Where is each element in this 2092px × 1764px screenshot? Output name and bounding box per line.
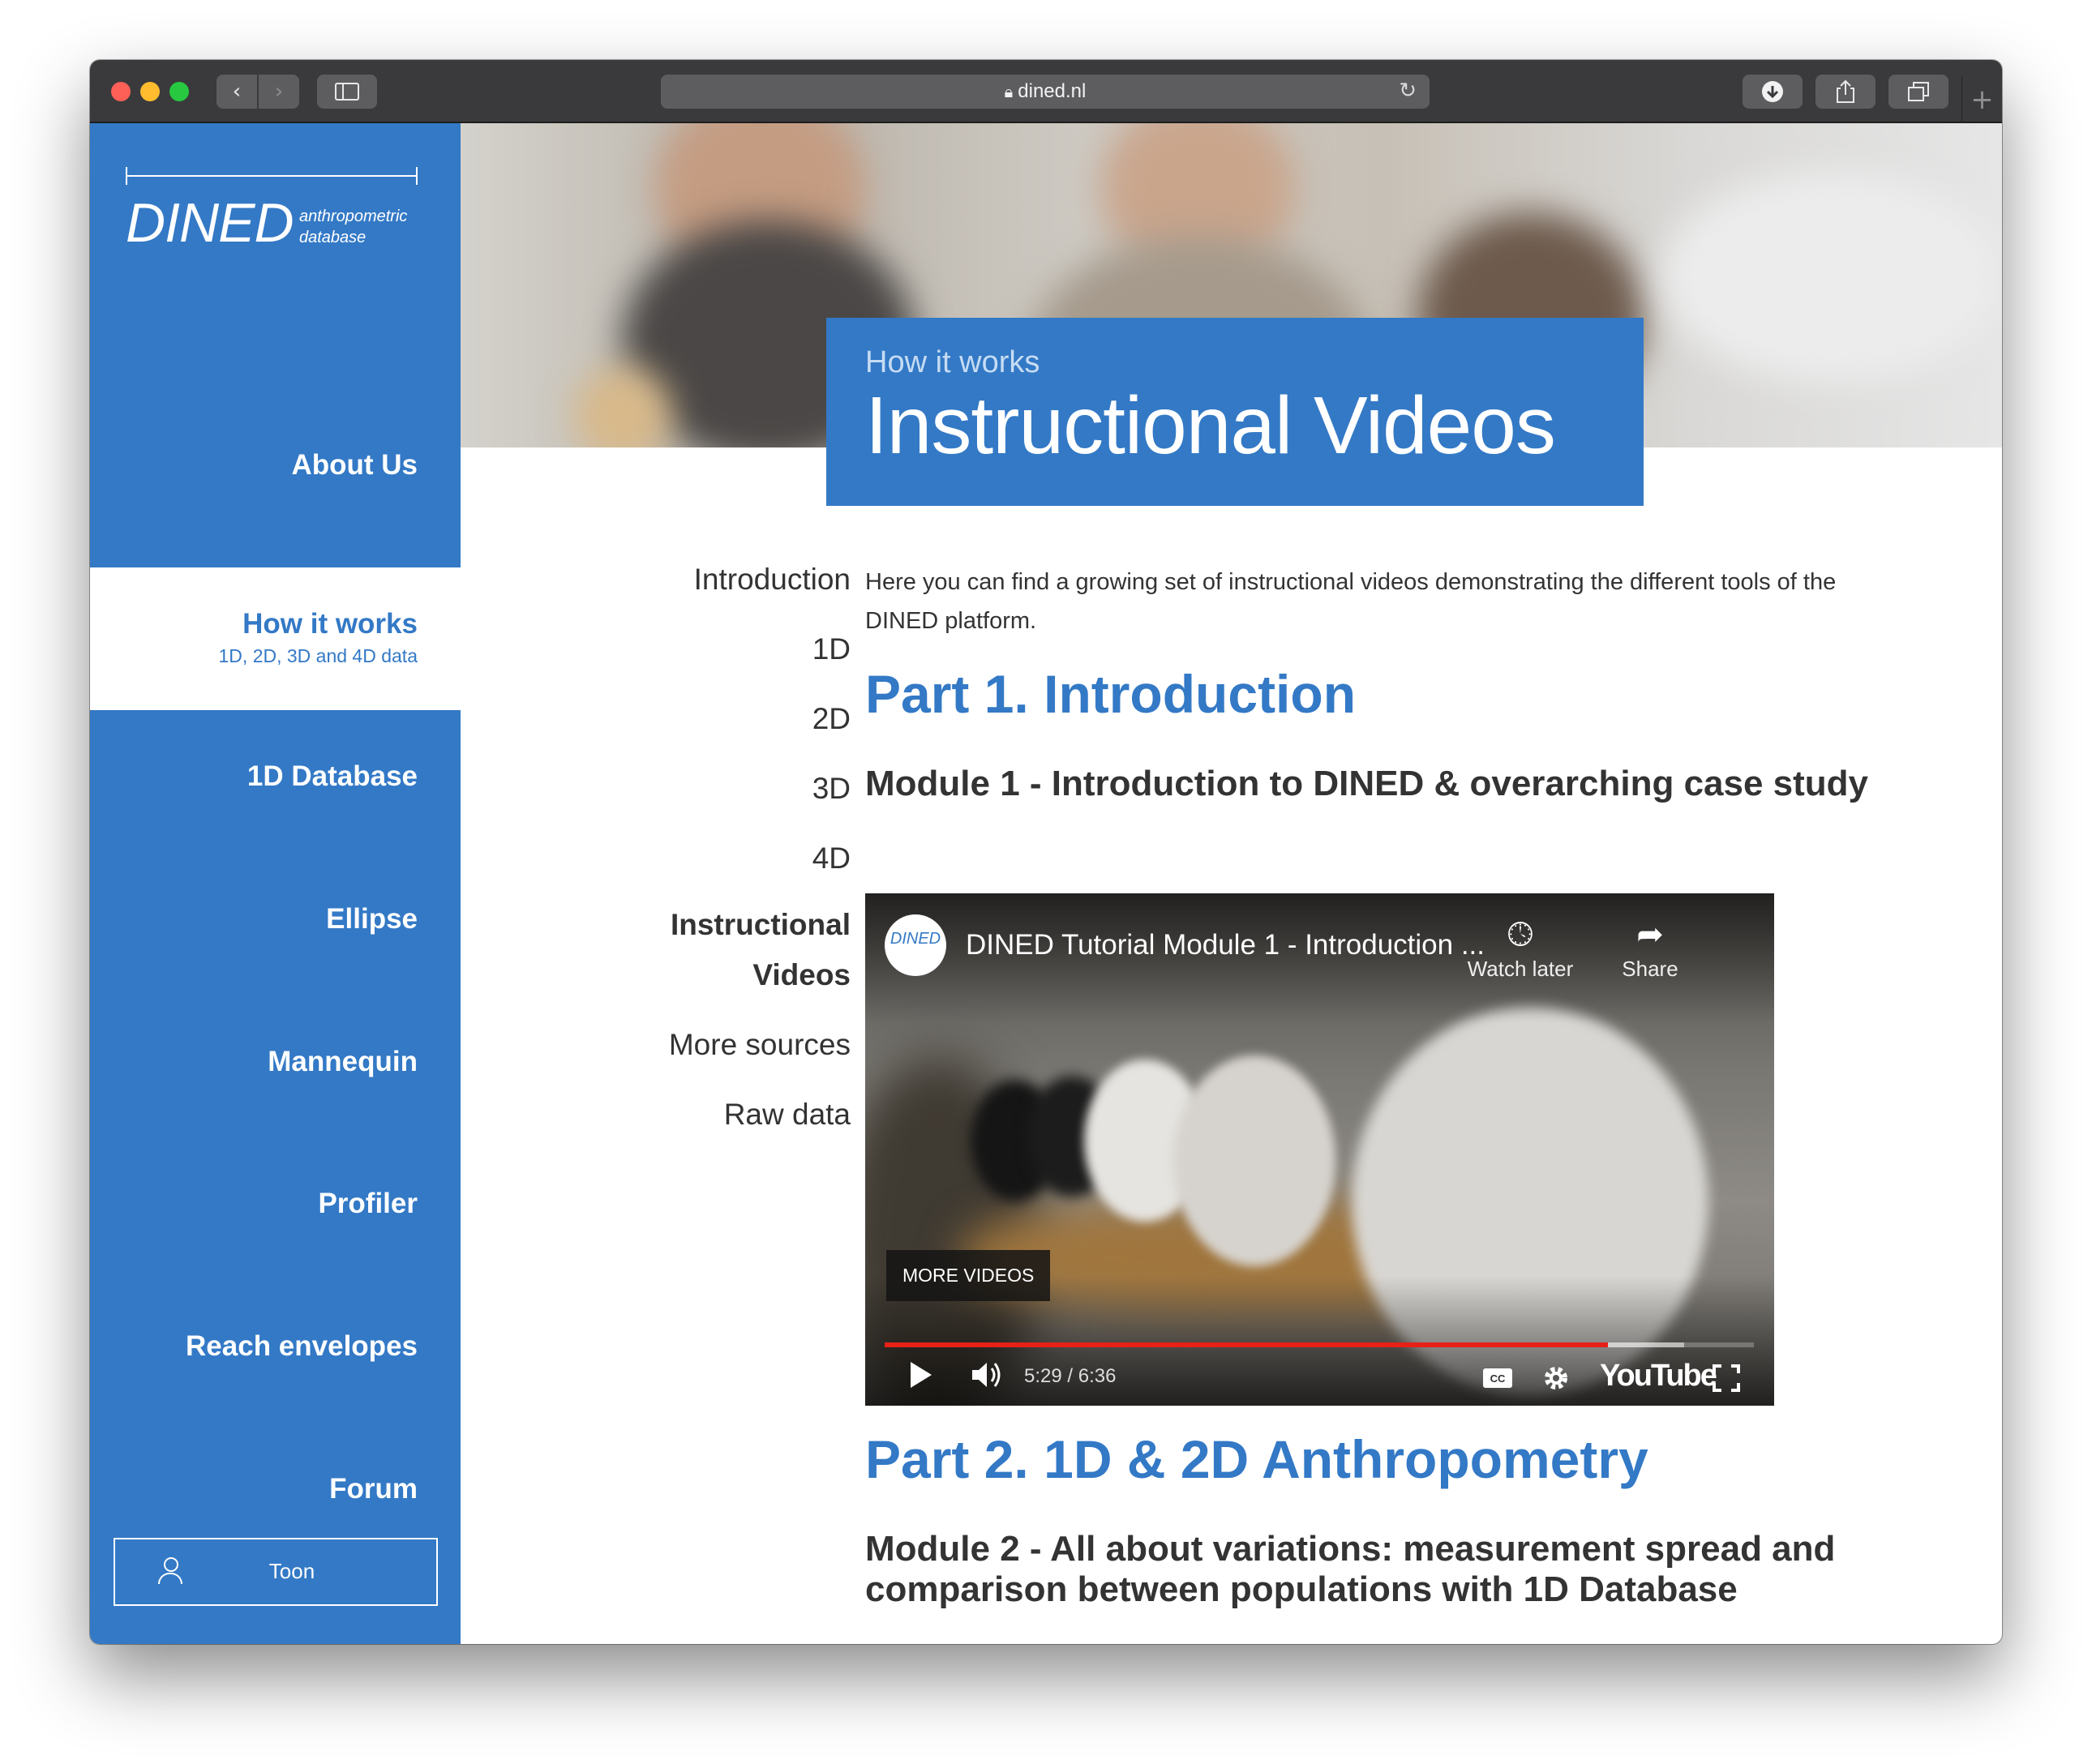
lock-icon: 🔒︎ [1004, 82, 1014, 101]
sidebar-toggle-button[interactable] [317, 75, 377, 109]
youtube-logo[interactable]: YouTube [1600, 1359, 1717, 1394]
logo-tagline: anthropometric database [299, 208, 408, 246]
gear-icon [1545, 1367, 1567, 1389]
fullscreen-button[interactable] [1712, 1364, 1741, 1396]
sidebar-item-forum[interactable]: Forum [90, 1473, 461, 1505]
subnav-item-3d[interactable]: 3D [812, 772, 851, 806]
address-bar[interactable]: 🔒︎ dined.nl ↻ [661, 75, 1430, 109]
subnav-item-4d[interactable]: 4D [812, 841, 851, 876]
subnav-item-instructional-videos[interactable]: Instructional Videos [671, 900, 851, 1000]
subnav-item-introduction[interactable]: Introduction [694, 563, 851, 597]
sidebar-item-sublabel: 1D, 2D, 3D and 4D data [218, 645, 418, 666]
share-button[interactable] [1815, 75, 1876, 109]
page-title-box: How it works Instructional Videos [826, 318, 1644, 506]
subnav-item-raw-data[interactable]: Raw data [724, 1098, 851, 1132]
youtube-video-player[interactable]: DINED DINED Tutorial Module 1 - Introduc… [865, 893, 1774, 1406]
subnav-item-1d[interactable]: 1D [812, 632, 851, 666]
video-title[interactable]: DINED Tutorial Module 1 - Introduction .… [966, 929, 1485, 961]
part-2-heading: Part 2. 1D & 2D Anthropometry [865, 1429, 1648, 1489]
sidebar-item-1d-database[interactable]: 1D Database [90, 760, 461, 793]
reload-icon[interactable]: ↻ [1399, 79, 1417, 103]
maximize-window-button[interactable] [169, 82, 189, 101]
channel-avatar[interactable]: DINED [885, 914, 946, 976]
svg-text:CC: CC [1490, 1372, 1506, 1385]
chevron-left-icon: ‹ [232, 79, 242, 104]
more-videos-button[interactable]: MORE VIDEOS [886, 1250, 1051, 1301]
video-played-bar [885, 1342, 1608, 1347]
minimize-window-button[interactable] [140, 82, 160, 101]
user-name: Toon [268, 1559, 315, 1583]
close-window-button[interactable] [111, 82, 131, 101]
share-icon [1837, 79, 1854, 103]
clock-icon: 🕓︎ [1507, 916, 1533, 953]
settings-button[interactable] [1541, 1364, 1571, 1396]
subnav-item-2d[interactable]: 2D [812, 702, 851, 736]
subnav-item-more-sources[interactable]: More sources [669, 1028, 851, 1062]
watch-later-label: Watch later [1467, 957, 1574, 981]
share-video-label: Share [1622, 957, 1678, 981]
sidebar-item-label: How it works [242, 608, 418, 640]
tabs-icon [1908, 82, 1929, 101]
module-1-heading: Module 1 - Introduction to DINED & overa… [865, 764, 1869, 803]
sidebar-item-mannequin[interactable]: Mannequin [90, 1046, 461, 1078]
captions-button[interactable]: CC [1481, 1367, 1514, 1393]
chevron-right-icon: › [274, 79, 284, 104]
back-button[interactable]: ‹ [216, 75, 257, 109]
sidebar: DINED anthropometric database About Us Ho… [90, 123, 461, 1644]
share-video-button[interactable]: ➦ Share [1593, 916, 1707, 982]
fullscreen-icon [1713, 1364, 1740, 1392]
downloads-button[interactable] [1743, 75, 1803, 109]
video-progress-bar[interactable] [885, 1342, 1754, 1347]
browser-toolbar: ‹ › 🔒︎ dined.nl ↻ + [90, 60, 2002, 123]
sidebar-item-reach-envelopes[interactable]: Reach envelopes [90, 1330, 461, 1363]
user-account-button[interactable]: Toon [114, 1538, 438, 1606]
intro-text: Here you can find a growing set of instr… [865, 569, 1837, 634]
dined-logo[interactable]: DINED anthropometric database [126, 162, 434, 259]
url-text: dined.nl [1018, 80, 1087, 102]
sidebar-item-about-us[interactable]: About Us [90, 449, 461, 482]
sidebar-item-how-it-works[interactable]: How it works 1D, 2D, 3D and 4D data [90, 567, 461, 710]
volume-icon [972, 1363, 1001, 1387]
page-kicker: How it works [865, 345, 1040, 379]
logo-wordmark: DINED [126, 192, 294, 254]
tab-overview-button[interactable] [1888, 75, 1948, 109]
new-tab-button[interactable]: + [1961, 76, 2002, 123]
logo-measure-line [126, 167, 418, 185]
volume-button[interactable] [969, 1359, 1005, 1394]
download-icon [1762, 81, 1783, 102]
sidebar-item-ellipse[interactable]: Ellipse [90, 903, 461, 936]
video-time: 5:29 / 6:36 [1024, 1365, 1117, 1387]
sidebar-icon [335, 83, 359, 101]
browser-window: ‹ › 🔒︎ dined.nl ↻ + DINED anthropometric… [90, 60, 2002, 1644]
captions-icon: CC [1483, 1368, 1512, 1388]
page-title: Instructional Videos [865, 380, 1556, 471]
module-2-heading: Module 2 - All about variations: measure… [865, 1529, 1836, 1609]
plus-icon: + [1970, 83, 1994, 116]
share-arrow-icon: ➦ [1636, 916, 1664, 953]
part-1-heading: Part 1. Introduction [865, 664, 1357, 724]
sidebar-item-profiler[interactable]: Profiler [90, 1188, 461, 1220]
play-icon [911, 1362, 932, 1388]
play-button[interactable] [907, 1359, 935, 1394]
forward-button[interactable]: › [259, 75, 299, 109]
watch-later-button[interactable]: 🕓︎ Watch later [1464, 916, 1577, 982]
